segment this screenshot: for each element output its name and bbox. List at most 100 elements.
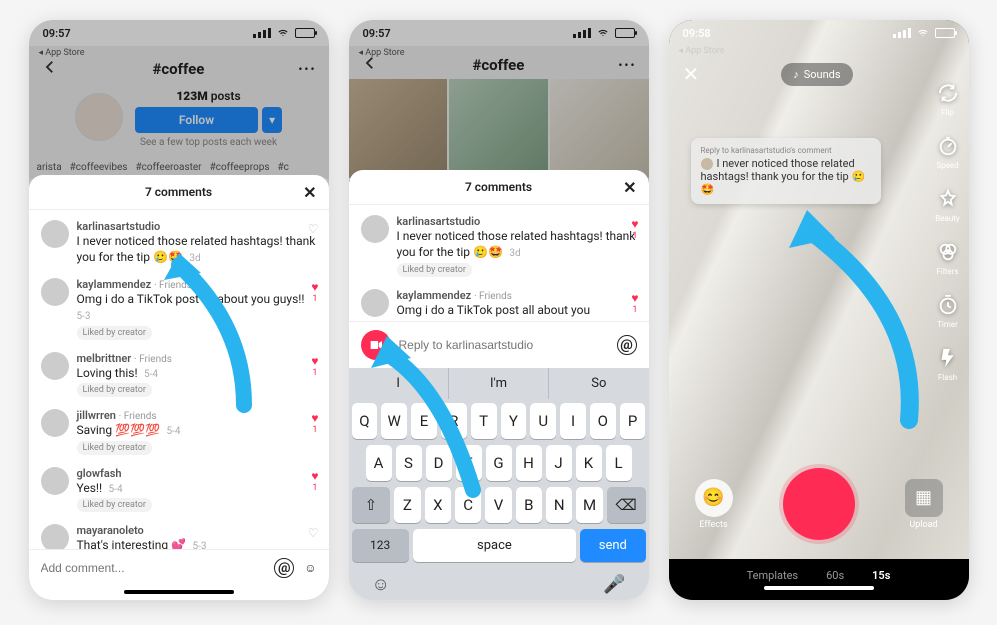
- key-x[interactable]: X: [425, 487, 451, 523]
- keyboard-suggestions[interactable]: I I'm So: [349, 368, 649, 399]
- space-key[interactable]: space: [413, 529, 576, 562]
- like-button[interactable]: ♥1: [311, 280, 318, 304]
- backspace-key[interactable]: ⌫: [607, 487, 646, 523]
- home-indicator: [124, 590, 234, 594]
- comment-text: That's interesting 💕 5-3: [77, 537, 317, 549]
- dictation-button[interactable]: 🎤: [603, 574, 625, 595]
- key-z[interactable]: Z: [394, 487, 420, 523]
- comment-username[interactable]: kaylammendez · Friends: [77, 278, 317, 291]
- like-button[interactable]: ♥1: [311, 354, 318, 378]
- key-p[interactable]: P: [620, 403, 646, 439]
- comment-row[interactable]: jillwrren · FriendsSaving 💯💯💯 5-4Liked b…: [39, 403, 319, 461]
- flash-icon: [935, 345, 961, 371]
- comment-row[interactable]: karlinasartstudioI never noticed those r…: [39, 214, 319, 272]
- key-w[interactable]: W: [381, 403, 407, 439]
- comment-username[interactable]: glowfash: [77, 467, 317, 480]
- comment-row[interactable]: karlinasartstudioI never noticed those r…: [359, 209, 639, 283]
- comment-username[interactable]: karlinasartstudio: [77, 220, 317, 233]
- emoji-button[interactable]: ☺: [304, 561, 316, 575]
- tool-speed[interactable]: Speed: [935, 133, 961, 170]
- key-h[interactable]: H: [516, 445, 542, 481]
- emoji-keyboard-button[interactable]: ☺: [372, 574, 390, 595]
- record-modes[interactable]: Templates 60s 15s: [669, 569, 969, 582]
- mention-button[interactable]: @: [274, 558, 294, 578]
- key-v[interactable]: V: [485, 487, 511, 523]
- tool-timer[interactable]: Timer: [935, 292, 961, 329]
- comments-count: 7 comments: [145, 185, 212, 199]
- add-comment-input[interactable]: [41, 561, 265, 575]
- key-s[interactable]: S: [396, 445, 422, 481]
- key-f[interactable]: F: [456, 445, 482, 481]
- comment-row[interactable]: glowfashYes!! 5-4Liked by creator ♥1: [39, 461, 319, 519]
- tool-beauty[interactable]: Beauty: [935, 186, 961, 223]
- comment-text: Yes!! 5-4: [77, 480, 317, 497]
- timer-icon: [935, 292, 961, 318]
- video-reply-button[interactable]: [361, 330, 391, 360]
- effects-button[interactable]: 😊 Effects: [695, 479, 733, 530]
- comment-username[interactable]: mayaranoleto: [77, 524, 317, 537]
- like-button[interactable]: ♥1: [631, 217, 638, 241]
- battery-icon: [935, 28, 955, 38]
- key-l[interactable]: L: [606, 445, 632, 481]
- status-time: 09:58: [683, 27, 711, 40]
- liked-by-creator-badge: Liked by creator: [77, 326, 152, 340]
- reply-input[interactable]: [399, 338, 609, 352]
- comment-row[interactable]: kaylammendez · FriendsOmg i do a TikTok …: [39, 272, 319, 346]
- tool-flip[interactable]: Flip: [935, 80, 961, 117]
- mode-templates[interactable]: Templates: [747, 569, 798, 582]
- tool-flash[interactable]: Flash: [935, 345, 961, 382]
- key-y[interactable]: Y: [501, 403, 527, 439]
- record-controls: 😊 Effects ▦ Upload: [669, 468, 969, 540]
- comment-row[interactable]: kaylammendez · FriendsOmg i do a TikTok …: [359, 283, 639, 321]
- like-button[interactable]: ♡: [308, 222, 319, 236]
- back-to-app[interactable]: ◂ App Store: [679, 46, 725, 56]
- key-q[interactable]: Q: [352, 403, 378, 439]
- key-d[interactable]: D: [426, 445, 452, 481]
- like-button[interactable]: ♥1: [311, 411, 318, 435]
- key-r[interactable]: R: [441, 403, 467, 439]
- key-b[interactable]: B: [516, 487, 542, 523]
- key-k[interactable]: K: [576, 445, 602, 481]
- like-button[interactable]: ♡: [308, 526, 319, 540]
- comment-text: Loving this! 5-4: [77, 365, 317, 382]
- like-button[interactable]: ♥1: [631, 291, 638, 315]
- key-o[interactable]: O: [590, 403, 616, 439]
- send-key[interactable]: send: [580, 529, 645, 562]
- close-sheet-button[interactable]: ✕: [623, 178, 636, 197]
- key-c[interactable]: C: [455, 487, 481, 523]
- key-u[interactable]: U: [530, 403, 556, 439]
- key-j[interactable]: J: [546, 445, 572, 481]
- key-n[interactable]: N: [546, 487, 572, 523]
- key-g[interactable]: G: [486, 445, 512, 481]
- comment-username[interactable]: karlinasartstudio: [397, 215, 637, 228]
- shift-key[interactable]: ⇧: [352, 487, 391, 523]
- filters-icon: [935, 239, 961, 265]
- liked-by-creator-badge: Liked by creator: [77, 498, 152, 512]
- comment-username[interactable]: melbrittner · Friends: [77, 352, 317, 365]
- key-i[interactable]: I: [560, 403, 586, 439]
- comment-username[interactable]: kaylammendez · Friends: [397, 289, 637, 302]
- close-sheet-button[interactable]: ✕: [303, 183, 316, 202]
- comment-username[interactable]: jillwrren · Friends: [77, 409, 317, 422]
- comment-reply-bubble[interactable]: Reply to karlinasartstudio's comment I n…: [691, 138, 881, 204]
- mode-15s[interactable]: 15s: [872, 569, 890, 582]
- sounds-button[interactable]: ♪ Sounds: [781, 63, 852, 86]
- camera-top-bar: ✕ ♪ Sounds: [669, 62, 969, 86]
- key-e[interactable]: E: [411, 403, 437, 439]
- tool-filters[interactable]: Filters: [935, 239, 961, 276]
- numbers-key[interactable]: 123: [352, 529, 409, 562]
- key-a[interactable]: A: [366, 445, 392, 481]
- mode-60s[interactable]: 60s: [826, 569, 844, 582]
- comment-avatar: [41, 524, 69, 549]
- like-button[interactable]: ♥1: [311, 469, 318, 493]
- record-button[interactable]: [783, 468, 855, 540]
- mention-button[interactable]: @: [617, 335, 637, 355]
- close-camera-button[interactable]: ✕: [683, 62, 700, 86]
- comment-time: 3d: [187, 253, 201, 264]
- reply-bubble-text: I never noticed those related hashtags! …: [701, 157, 866, 196]
- key-m[interactable]: M: [576, 487, 602, 523]
- upload-button[interactable]: ▦ Upload: [905, 479, 943, 530]
- key-t[interactable]: T: [471, 403, 497, 439]
- comment-row[interactable]: mayaranoletoThat's interesting 💕 5-3♡: [39, 518, 319, 549]
- comment-row[interactable]: melbrittner · FriendsLoving this! 5-4Lik…: [39, 346, 319, 404]
